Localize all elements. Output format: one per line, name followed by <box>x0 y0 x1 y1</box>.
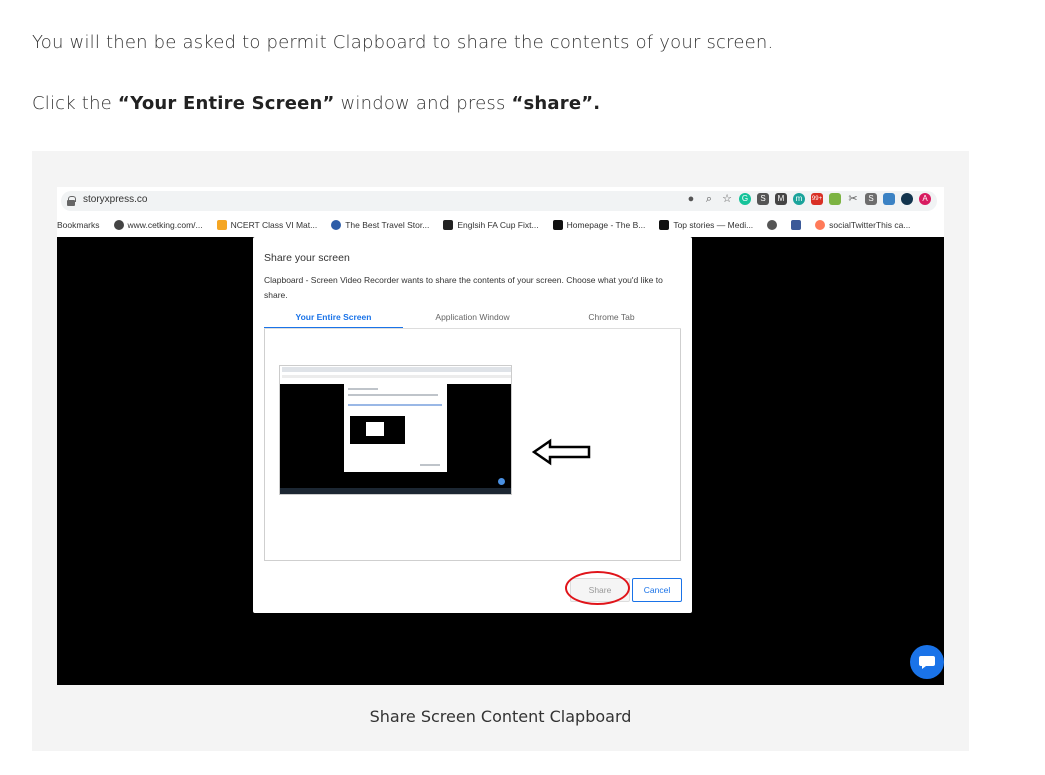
b-icon <box>552 220 563 230</box>
left-arrow-icon <box>532 438 591 466</box>
bookmark-item[interactable]: Bookmarks <box>57 220 100 230</box>
bookmark-item[interactable]: Homepage - The B... <box>552 220 646 230</box>
tab-entire-screen[interactable]: Your Entire Screen <box>264 311 403 329</box>
instruction-bold-share: “share”. <box>511 93 601 114</box>
bookmark-item[interactable]: Top stories — Medi... <box>659 220 753 230</box>
instruction-permit: You will then be asked to permit Clapboa… <box>32 32 774 53</box>
globe-icon <box>331 220 342 230</box>
bookmark-item[interactable]: socialTwitterThis ca... <box>815 220 910 230</box>
bookmark-item[interactable] <box>767 220 778 230</box>
bookmark-label: Bookmarks <box>57 220 100 230</box>
lock-badge-icon[interactable]: ● <box>685 193 697 205</box>
mail-icon[interactable] <box>829 193 841 205</box>
extension-icons: ● ⌕ ☆ G S M m 99+ ✂ S A <box>685 193 931 205</box>
bookmark-label: Homepage - The B... <box>566 220 646 230</box>
grammarly-icon[interactable]: G <box>739 193 751 205</box>
thumb-taskbar <box>280 488 511 494</box>
chat-bubble-icon <box>919 656 935 669</box>
extension-99-icon[interactable]: 99+ <box>811 193 823 205</box>
bookmark-item[interactable] <box>791 220 802 230</box>
browser-chrome: storyxpress.co ● ⌕ ☆ G S M m 99+ ✂ S A B… <box>57 187 944 237</box>
lock-icon <box>67 196 76 206</box>
zoom-icon[interactable]: ⌕ <box>703 193 715 205</box>
bookmarks-bar: Bookmarks www.cetking.com/... NCERT Clas… <box>57 215 944 235</box>
extension-s-icon[interactable]: S <box>757 193 769 205</box>
thumb-chat-dot <box>498 478 505 485</box>
bookmark-item[interactable]: www.cetking.com/... <box>113 220 203 230</box>
share-screen-dialog: Share your screen Clapboard - Screen Vid… <box>253 237 692 613</box>
dialog-title: Share your screen <box>264 252 350 264</box>
figure: storyxpress.co ● ⌕ ☆ G S M m 99+ ✂ S A B… <box>32 151 969 751</box>
square-icon <box>443 220 454 230</box>
extension-m-round-icon[interactable]: m <box>793 193 805 205</box>
thumb-dialog <box>344 384 447 472</box>
dialog-description: Clapboard - Screen Video Recorder wants … <box>264 275 663 300</box>
cancel-button[interactable]: Cancel <box>632 578 682 602</box>
hubspot-icon <box>815 220 826 230</box>
bookmark-label: Top stories — Medi... <box>673 220 754 230</box>
bookmark-label: Englsih FA Cup Fixt... <box>457 220 539 230</box>
globe-icon <box>767 220 778 230</box>
chat-ext-icon[interactable] <box>901 193 913 205</box>
instruction-text-2: window and press <box>334 93 512 114</box>
profile-avatar-icon[interactable]: A <box>919 193 931 205</box>
bookmark-label: NCERT Class VI Mat... <box>230 220 318 230</box>
bookmark-item[interactable]: The Best Travel Stor... <box>331 220 429 230</box>
screenshot-image: storyxpress.co ● ⌕ ☆ G S M m 99+ ✂ S A B… <box>57 187 944 685</box>
share-tabs: Your Entire Screen Application Window Ch… <box>264 311 681 329</box>
instruction-text-1: Click the <box>32 93 118 114</box>
chat-widget-button[interactable] <box>910 645 944 679</box>
star-icon[interactable]: ☆ <box>721 193 733 205</box>
globe-icon <box>113 220 124 230</box>
clapper-icon[interactable] <box>883 193 895 205</box>
bookmark-label: www.cetking.com/... <box>127 220 203 230</box>
a-icon <box>216 220 227 230</box>
thumb-line <box>348 394 438 396</box>
thumb-line <box>420 464 440 466</box>
bookmark-item[interactable]: NCERT Class VI Mat... <box>216 220 318 230</box>
bookmark-item[interactable]: Englsih FA Cup Fixt... <box>443 220 539 230</box>
instruction-bold-entire-screen: “Your Entire Screen” <box>117 93 335 114</box>
m-icon <box>659 220 670 230</box>
thumb-inner-window <box>366 422 384 436</box>
thumb-bookmarks <box>282 375 511 378</box>
bookmark-label: The Best Travel Stor... <box>345 220 430 230</box>
tab-chrome-tab[interactable]: Chrome Tab <box>542 311 681 329</box>
extension-m-icon[interactable]: M <box>775 193 787 205</box>
extension-s2-icon[interactable]: S <box>865 193 877 205</box>
bookmark-label: socialTwitterThis ca... <box>829 220 911 230</box>
figure-caption: Share Screen Content Clapboard <box>369 707 632 726</box>
thumb-tabs <box>282 367 511 372</box>
thumb-inner-screen <box>350 416 405 444</box>
url-text: storyxpress.co <box>83 194 148 205</box>
thumb-browser-chrome <box>280 366 511 384</box>
thumb-line <box>348 404 442 406</box>
instruction-click: Click the “Your Entire Screen” window an… <box>32 93 600 114</box>
entire-screen-thumbnail[interactable] <box>279 365 512 495</box>
facebook-icon <box>791 220 802 230</box>
share-highlight-ring <box>565 571 630 605</box>
address-bar[interactable]: storyxpress.co ● ⌕ ☆ G S M m 99+ ✂ S A <box>61 191 937 211</box>
tab-application-window[interactable]: Application Window <box>403 311 542 329</box>
screen-preview-pane <box>264 329 681 561</box>
thumb-line <box>348 388 378 390</box>
scissors-icon[interactable]: ✂ <box>847 193 859 205</box>
